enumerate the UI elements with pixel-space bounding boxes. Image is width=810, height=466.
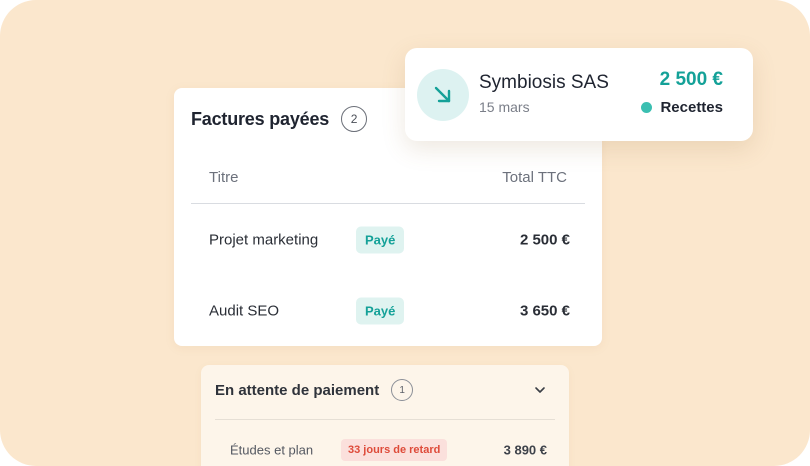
pending-invoice-amount: 3 890 € xyxy=(503,442,547,458)
paid-invoices-count-badge: 2 xyxy=(341,106,368,132)
paid-invoices-header: Factures payées 2 xyxy=(191,106,368,132)
invoice-amount: 3 650 € xyxy=(519,302,570,320)
transaction-name: Symbiosis SAS xyxy=(479,72,609,93)
arrow-down-right-icon xyxy=(417,69,469,121)
invoice-title: Projet marketing xyxy=(209,231,319,249)
table-row[interactable]: Études et plan 33 jours de retard 3 890 … xyxy=(201,438,569,462)
paid-status-badge: Payé xyxy=(356,297,405,325)
invoice-amount: 2 500 € xyxy=(519,231,570,249)
transaction-amount: 2 500 € xyxy=(659,69,723,90)
category-label: Recettes xyxy=(660,99,723,116)
pending-payment-title: En attente de paiement xyxy=(215,381,380,399)
transaction-category: Recettes xyxy=(641,99,723,116)
column-header-title[interactable]: Titre xyxy=(209,169,238,186)
pending-payment-card: En attente de paiement 1 Études et plan … xyxy=(201,365,569,466)
pending-payment-header[interactable]: En attente de paiement 1 xyxy=(215,379,414,401)
transaction-date: 15 mars xyxy=(479,99,530,115)
pending-count-badge: 1 xyxy=(391,379,414,401)
category-dot-icon xyxy=(641,102,653,113)
paid-invoices-title: Factures payées xyxy=(191,108,330,129)
invoice-title: Audit SEO xyxy=(209,302,280,320)
table-row[interactable]: Projet marketing Payé 2 500 € xyxy=(174,225,602,255)
canvas-background: Factures payées 2 Titre Total TTC Projet… xyxy=(0,0,810,466)
table-divider xyxy=(191,203,585,204)
pending-invoice-title: Études et plan xyxy=(230,442,314,458)
table-row[interactable]: Audit SEO Payé 3 650 € xyxy=(174,296,602,326)
transaction-card[interactable]: Symbiosis SAS 15 mars 2 500 € Recettes xyxy=(405,48,753,141)
column-header-total[interactable]: Total TTC xyxy=(502,169,567,186)
chevron-down-icon[interactable] xyxy=(533,383,547,397)
late-status-badge: 33 jours de retard xyxy=(341,439,448,461)
pending-divider xyxy=(215,419,555,420)
paid-status-badge: Payé xyxy=(356,226,405,254)
